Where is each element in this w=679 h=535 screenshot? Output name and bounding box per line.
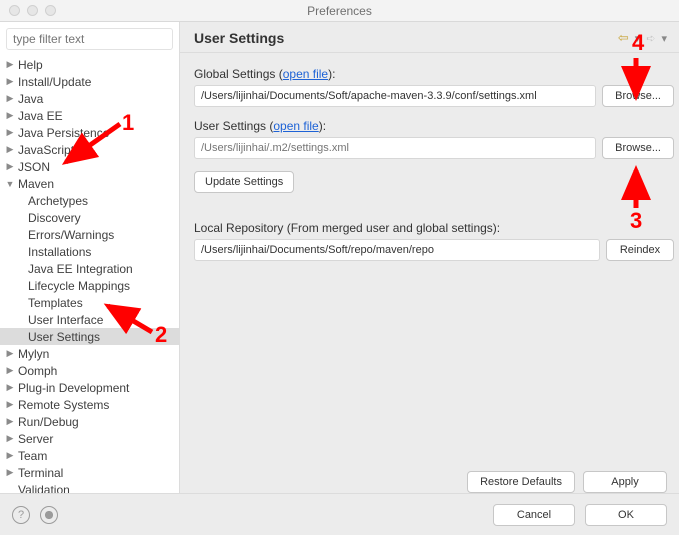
tree-item[interactable]: ▶Java	[0, 90, 179, 107]
tree-item-label: JSON	[18, 160, 50, 174]
global-settings-input[interactable]	[194, 85, 596, 107]
tree-item-label: Install/Update	[18, 75, 91, 89]
tree-item-label: Run/Debug	[18, 415, 79, 429]
content-pane: User Settings ⇦ ▾ ➪ ▾ Global Settings (o…	[180, 22, 679, 493]
tree-item-label: Installations	[28, 245, 91, 259]
tree-item[interactable]: ▶JSON	[0, 158, 179, 175]
global-open-file-link[interactable]: open file	[283, 67, 328, 81]
tree-item-label: JavaScript	[18, 143, 74, 157]
progress-icon[interactable]	[40, 506, 58, 524]
window-title: Preferences	[0, 4, 679, 18]
titlebar: Preferences	[0, 0, 679, 22]
tree-item-label: Errors/Warnings	[28, 228, 114, 242]
chevron-right-icon[interactable]: ▶	[4, 161, 16, 172]
chevron-right-icon[interactable]: ▶	[4, 93, 16, 104]
chevron-right-icon[interactable]: ▶	[4, 450, 16, 461]
content-header: User Settings ⇦ ▾ ➪ ▾	[180, 22, 679, 53]
local-repo-label: Local Repository (From merged user and g…	[194, 221, 674, 235]
chevron-right-icon[interactable]: ▶	[4, 382, 16, 393]
tree-item-label: Oomph	[18, 364, 57, 378]
user-open-file-link[interactable]: open file	[273, 119, 318, 133]
tree-item[interactable]: ▶Java EE	[0, 107, 179, 124]
back-icon[interactable]: ⇦	[618, 30, 629, 46]
tree-item-label: Help	[18, 58, 43, 72]
tree-item[interactable]: ▶Help	[0, 56, 179, 73]
tree-item-label: Mylyn	[18, 347, 49, 361]
chevron-right-icon[interactable]: ▶	[4, 110, 16, 121]
chevron-right-icon[interactable]: ▶	[4, 127, 16, 138]
tree-item[interactable]: Installations	[0, 243, 179, 260]
tree-item[interactable]: ▶Java Persistence	[0, 124, 179, 141]
user-browse-button[interactable]: Browse...	[602, 137, 674, 159]
forward-icon[interactable]: ➪	[646, 32, 655, 45]
global-settings-label: Global Settings (open file):	[194, 67, 674, 81]
tree-item[interactable]: ▶Terminal	[0, 464, 179, 481]
tree-item-label: Lifecycle Mappings	[28, 279, 130, 293]
filter-input[interactable]	[6, 28, 173, 50]
tree-item[interactable]: ▶Install/Update	[0, 73, 179, 90]
tree-item-label: Plug-in Development	[18, 381, 129, 395]
tree-item[interactable]: Java EE Integration	[0, 260, 179, 277]
tree-item-label: Terminal	[18, 466, 63, 480]
global-browse-button[interactable]: Browse...	[602, 85, 674, 107]
local-repo-input[interactable]	[194, 239, 600, 261]
tree-item[interactable]: ▶Mylyn	[0, 345, 179, 362]
tree-item[interactable]: ▶Server	[0, 430, 179, 447]
tree-item[interactable]: Errors/Warnings	[0, 226, 179, 243]
chevron-right-icon[interactable]: ▶	[4, 59, 16, 70]
back-menu-icon[interactable]: ▾	[635, 32, 641, 45]
preferences-tree[interactable]: ▶Help▶Install/Update▶Java▶Java EE▶Java P…	[0, 56, 179, 493]
tree-item-label: Server	[18, 432, 53, 446]
chevron-right-icon[interactable]: ▶	[4, 365, 16, 376]
chevron-right-icon[interactable]: ▶	[4, 348, 16, 359]
apply-button[interactable]: Apply	[583, 471, 667, 493]
tree-item[interactable]: ▼Maven	[0, 175, 179, 192]
tree-item[interactable]: ▶Remote Systems	[0, 396, 179, 413]
tree-item[interactable]: User Settings	[0, 328, 179, 345]
tree-item-label: Java EE Integration	[28, 262, 133, 276]
tree-item[interactable]: ▶Team	[0, 447, 179, 464]
chevron-right-icon[interactable]: ▶	[4, 144, 16, 155]
tree-item[interactable]: ▶Oomph	[0, 362, 179, 379]
tree-item-label: Java Persistence	[18, 126, 109, 140]
tree-item[interactable]: ▶Run/Debug	[0, 413, 179, 430]
tree-item-label: Templates	[28, 296, 83, 310]
chevron-right-icon[interactable]: ▶	[4, 399, 16, 410]
tree-item-label: Java EE	[18, 109, 63, 123]
tree-item-label: Remote Systems	[18, 398, 109, 412]
tree-item[interactable]: ▶JavaScript	[0, 141, 179, 158]
tree-item-label: Java	[18, 92, 43, 106]
ok-button[interactable]: OK	[585, 504, 667, 526]
page-title: User Settings	[194, 30, 284, 46]
cancel-button[interactable]: Cancel	[493, 504, 575, 526]
tree-item-label: User Interface	[28, 313, 103, 327]
chevron-right-icon[interactable]: ▶	[4, 416, 16, 427]
reindex-button[interactable]: Reindex	[606, 239, 674, 261]
tree-item[interactable]: User Interface	[0, 311, 179, 328]
tree-item[interactable]: Validation	[0, 481, 179, 493]
tree-item[interactable]: Templates	[0, 294, 179, 311]
tree-item[interactable]: Archetypes	[0, 192, 179, 209]
user-settings-label: User Settings (open file):	[194, 119, 674, 133]
tree-item-label: Maven	[18, 177, 54, 191]
tree-item[interactable]: ▶Plug-in Development	[0, 379, 179, 396]
tree-item-label: User Settings	[28, 330, 100, 344]
footer: ? Cancel OK	[0, 493, 679, 535]
chevron-right-icon[interactable]: ▶	[4, 76, 16, 87]
tree-item-label: Archetypes	[28, 194, 88, 208]
tree-item[interactable]: Discovery	[0, 209, 179, 226]
chevron-right-icon[interactable]: ▶	[4, 433, 16, 444]
restore-defaults-button[interactable]: Restore Defaults	[467, 471, 575, 493]
update-settings-button[interactable]: Update Settings	[194, 171, 294, 193]
view-menu-icon[interactable]: ▾	[661, 32, 667, 45]
chevron-down-icon[interactable]: ▼	[4, 179, 16, 189]
tree-item-label: Discovery	[28, 211, 81, 225]
tree-item[interactable]: Lifecycle Mappings	[0, 277, 179, 294]
sidebar: ▶Help▶Install/Update▶Java▶Java EE▶Java P…	[0, 22, 180, 493]
tree-item-label: Validation	[18, 483, 70, 494]
tree-item-label: Team	[18, 449, 47, 463]
help-icon[interactable]: ?	[12, 506, 30, 524]
chevron-right-icon[interactable]: ▶	[4, 467, 16, 478]
user-settings-input[interactable]	[194, 137, 596, 159]
